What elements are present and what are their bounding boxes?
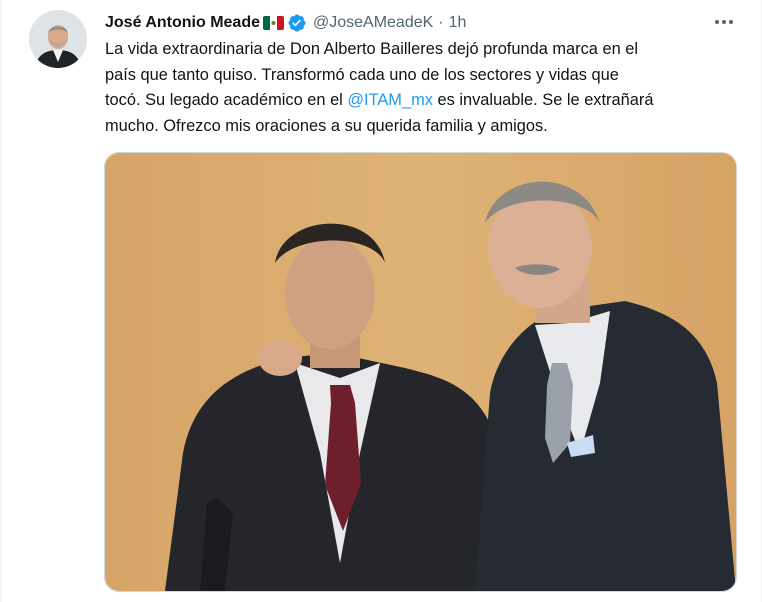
tweet-text-line: La vida extraordinaria de Don Alberto Ba… xyxy=(105,40,639,58)
mention-link[interactable]: @ITAM_mx xyxy=(347,91,433,109)
author-avatar[interactable] xyxy=(29,10,87,68)
author-name[interactable]: José Antonio Meade xyxy=(105,14,260,32)
tweet-text: La vida extraordinaria de Don Alberto Ba… xyxy=(105,37,735,139)
photo-two-men-icon xyxy=(105,153,736,591)
tweet-photo[interactable] xyxy=(104,152,737,592)
tweet-text-line: tocó. Su legado académico en el @ITAM_mx… xyxy=(105,88,735,114)
separator-dot: · xyxy=(438,14,444,31)
verified-badge-icon xyxy=(287,13,307,33)
tweet-text-line: país que tanto quiso. Transformó cada un… xyxy=(105,65,619,84)
more-options-icon[interactable] xyxy=(709,10,739,34)
profile-photo-icon xyxy=(29,10,87,68)
tweet-header: José Antonio Meade @JoseAMeadeK · 1h xyxy=(105,12,466,34)
tweet-text-line: mucho. Ofrezco mis oraciones a su querid… xyxy=(105,116,548,135)
tweet-card[interactable]: José Antonio Meade @JoseAMeadeK · 1h La … xyxy=(0,0,762,602)
tweet-text-segment: es invaluable. Se le extrañará xyxy=(432,91,654,109)
author-handle[interactable]: @JoseAMeadeK xyxy=(313,14,433,32)
mexico-flag-icon xyxy=(262,16,284,30)
timestamp[interactable]: 1h xyxy=(449,14,467,32)
tweet-text-segment: tocó. Su legado académico en el xyxy=(105,91,348,109)
